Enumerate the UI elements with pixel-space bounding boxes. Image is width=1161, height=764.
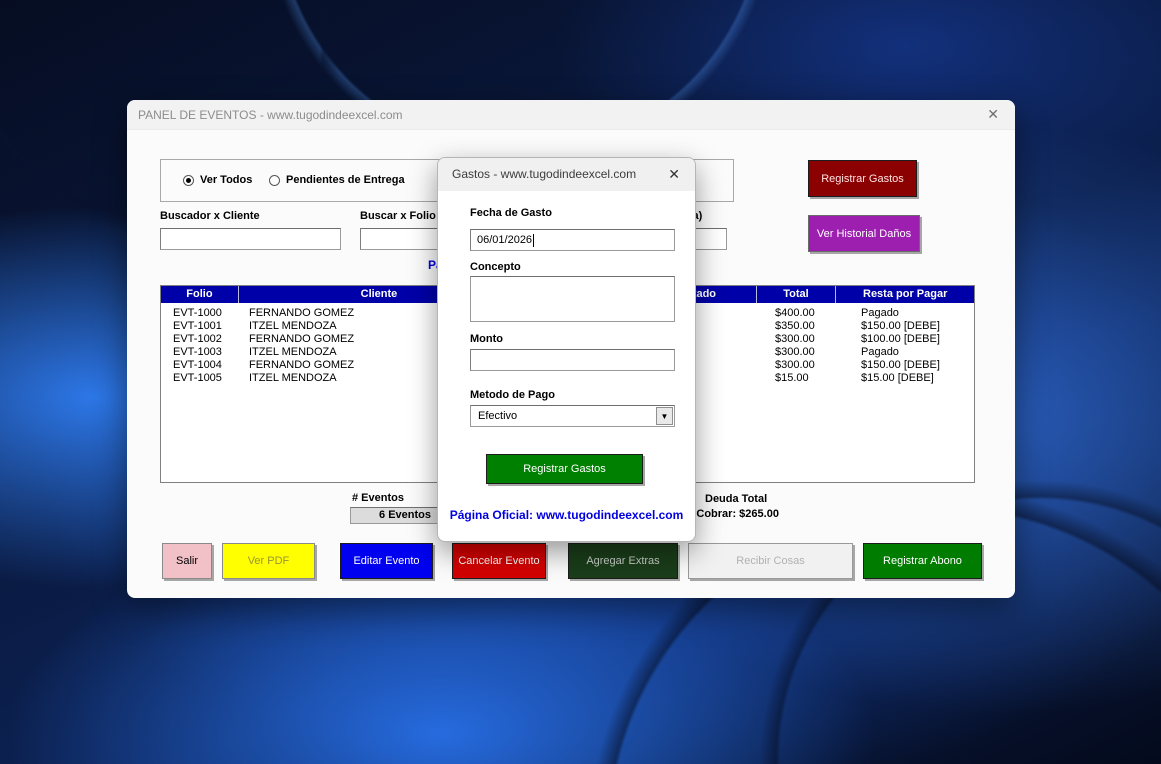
chevron-down-icon[interactable]: ▼ — [656, 407, 673, 425]
fecha-gasto-input[interactable]: 06/01/2026 — [470, 229, 675, 251]
monto-label: Monto — [470, 333, 503, 345]
dialog-close-icon[interactable]: ✕ — [665, 166, 683, 183]
buscador-cliente-input[interactable] — [160, 228, 341, 250]
cell-cliente: FERNANDO GOMEZ — [249, 307, 354, 319]
fecha-gasto-value: 06/01/2026 — [477, 234, 532, 246]
col-total: Total — [757, 286, 837, 303]
registrar-gastos-button[interactable]: Registrar Gastos — [808, 160, 917, 197]
buscar-folio-label: Buscar x Folio — [360, 210, 436, 222]
window-titlebar: PANEL DE EVENTOS - www.tugodindeexcel.co… — [127, 100, 1015, 130]
col-folio: Folio — [161, 286, 239, 303]
metodo-pago-select[interactable]: Efectivo ▼ — [470, 405, 675, 427]
cell-cliente: ITZEL MENDOZA — [249, 346, 337, 358]
radio-selected-icon — [183, 175, 194, 186]
cell-resta: $150.00 [DEBE] — [861, 359, 940, 371]
cell-total: $15.00 — [775, 372, 809, 384]
cell-resta: Pagado — [861, 307, 899, 319]
gastos-dialog: Gastos - www.tugodindeexcel.com ✕ Fecha … — [437, 157, 696, 542]
dialog-registrar-gastos-button[interactable]: Registrar Gastos — [486, 454, 643, 484]
deuda-total-label: Deuda Total — [705, 493, 767, 505]
cell-resta: $100.00 [DEBE] — [861, 333, 940, 345]
metodo-pago-label: Metodo de Pago — [470, 389, 555, 401]
fecha-gasto-label: Fecha de Gasto — [470, 207, 552, 219]
radio-ver-todos-label: Ver Todos — [200, 174, 252, 186]
col-resta: Resta por Pagar — [836, 286, 974, 303]
cell-folio: EVT-1003 — [173, 346, 222, 358]
text-caret — [533, 234, 534, 247]
cell-cliente: FERNANDO GOMEZ — [249, 333, 354, 345]
dialog-titlebar: Gastos - www.tugodindeexcel.com ✕ — [438, 158, 695, 191]
cell-cliente: FERNANDO GOMEZ — [249, 359, 354, 371]
salir-button[interactable]: Salir — [162, 543, 212, 579]
monto-input[interactable] — [470, 349, 675, 371]
cell-folio: EVT-1005 — [173, 372, 222, 384]
radio-ver-todos[interactable]: Ver Todos — [183, 174, 252, 186]
cell-total: $300.00 — [775, 346, 815, 358]
cell-folio: EVT-1001 — [173, 320, 222, 332]
cell-cliente: ITZEL MENDOZA — [249, 320, 337, 332]
cell-folio: EVT-1004 — [173, 359, 222, 371]
concepto-input[interactable] — [470, 276, 675, 322]
recibir-cosas-button[interactable]: Recibir Cosas — [688, 543, 853, 579]
cell-resta: $150.00 [DEBE] — [861, 320, 940, 332]
cell-total: $400.00 — [775, 307, 815, 319]
cell-total: $300.00 — [775, 333, 815, 345]
eventos-count-label: # Eventos — [352, 492, 404, 504]
radio-unselected-icon — [269, 175, 280, 186]
editar-evento-button[interactable]: Editar Evento — [340, 543, 433, 579]
cell-cliente: ITZEL MENDOZA — [249, 372, 337, 384]
ver-historial-danos-button[interactable]: Ver Historial Daños — [808, 215, 920, 252]
cancelar-evento-button[interactable]: Cancelar Evento — [452, 543, 546, 579]
dialog-title: Gastos - www.tugodindeexcel.com — [452, 167, 636, 181]
dialog-official-page-link[interactable]: Página Oficial: www.tugodindeexcel.com — [438, 508, 695, 522]
buscador-cliente-label: Buscador x Cliente — [160, 210, 260, 222]
cell-resta: Pagado — [861, 346, 899, 358]
registrar-abono-button[interactable]: Registrar Abono — [863, 543, 982, 579]
ver-pdf-button[interactable]: Ver PDF — [222, 543, 315, 579]
cell-folio: EVT-1000 — [173, 307, 222, 319]
agregar-extras-button[interactable]: Agregar Extras — [568, 543, 678, 579]
radio-pendientes-entrega[interactable]: Pendientes de Entrega — [269, 174, 405, 186]
cell-resta: $15.00 [DEBE] — [861, 372, 934, 384]
window-close-icon[interactable]: ✕ — [983, 106, 1003, 123]
metodo-pago-value: Efectivo — [478, 410, 517, 422]
radio-pendientes-label: Pendientes de Entrega — [286, 174, 405, 186]
cell-total: $300.00 — [775, 359, 815, 371]
cell-folio: EVT-1002 — [173, 333, 222, 345]
concepto-label: Concepto — [470, 261, 521, 273]
window-title: PANEL DE EVENTOS - www.tugodindeexcel.co… — [138, 108, 403, 122]
cell-total: $350.00 — [775, 320, 815, 332]
